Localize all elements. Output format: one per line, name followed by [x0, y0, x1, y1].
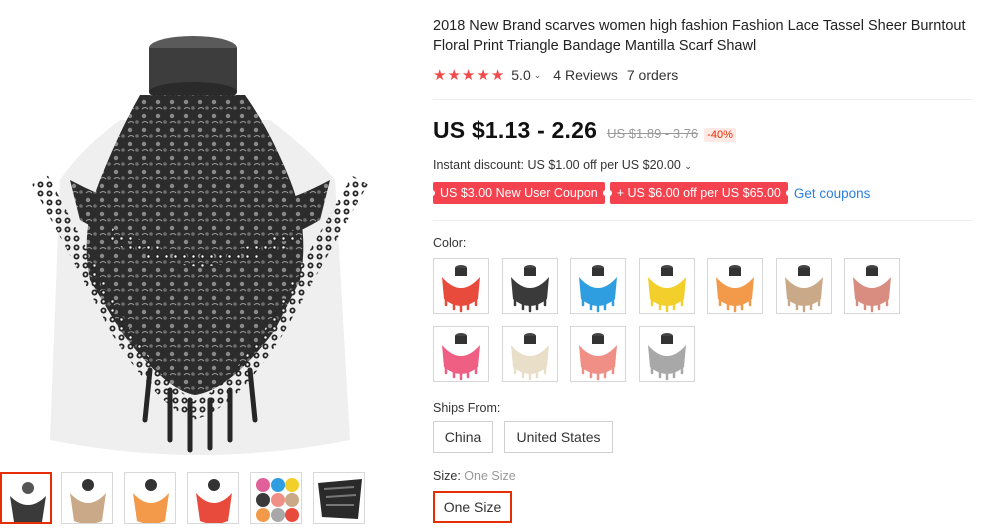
get-coupons-link[interactable]: Get coupons [794, 186, 871, 201]
thumbnail-2[interactable] [61, 472, 113, 524]
scarf-thumbnail-image [133, 479, 169, 523]
divider [433, 99, 973, 100]
chevron-down-icon: ⌄ [684, 161, 692, 171]
color-swatch-coral[interactable] [844, 258, 900, 314]
thumbnail-3[interactable] [124, 472, 176, 524]
scarf-thumbnail-image [70, 479, 106, 523]
rating-score[interactable]: 5.0 [511, 67, 530, 83]
scarf-thumbnail-image [10, 482, 46, 522]
ship-from-united-states[interactable]: United States [504, 421, 613, 453]
swatch-scarf-image [579, 333, 617, 381]
color-swatch-rose[interactable] [433, 326, 489, 382]
reviews-link[interactable]: 4 Reviews [553, 67, 618, 83]
thumbnail-5[interactable] [250, 472, 302, 524]
divider [433, 220, 973, 221]
color-swatch-beige[interactable] [501, 326, 558, 382]
main-product-image[interactable] [0, 0, 400, 462]
swatch-scarf-image [853, 265, 891, 313]
size-selected-hint: One Size [464, 469, 516, 483]
swatch-scarf-image [716, 265, 754, 313]
orders-count: 7 orders [626, 67, 679, 83]
original-price: US $1.89 - 3.76 [607, 126, 699, 141]
chevron-down-icon[interactable]: ⌄ [534, 70, 542, 81]
scarf-thumbnail-image [318, 479, 362, 519]
discount-badge: -40% [704, 128, 736, 142]
size-label: Size: One Size [433, 469, 516, 483]
instant-discount[interactable]: Instant discount: US $1.00 off per US $2… [433, 158, 692, 172]
size-one-size[interactable]: One Size [433, 491, 512, 523]
ship-from-china[interactable]: China [433, 421, 493, 453]
current-price: US $1.13 - 2.26 [433, 117, 598, 143]
swatch-scarf-image [647, 333, 686, 381]
color-swatch-red[interactable] [433, 258, 489, 314]
star-icon: ★ [433, 66, 447, 84]
color-swatch-khaki[interactable] [775, 258, 832, 314]
star-icon: ★ [447, 66, 461, 84]
thumbnail-6[interactable] [313, 472, 365, 524]
swatch-scarf-image [442, 333, 480, 381]
product-title: 2018 New Brand scarves women high fashio… [433, 18, 966, 54]
thumbnail-strip [0, 472, 400, 526]
scarf-thumbnail-image [196, 479, 232, 523]
swatch-scarf-image [510, 333, 549, 381]
rating-row: ★ ★ ★ ★ ★ 5.0 ⌄ 4 Reviews 7 orders [433, 65, 678, 85]
instant-discount-text: Instant discount: US $1.00 off per US $2… [433, 158, 681, 172]
color-label: Color: [433, 236, 467, 250]
color-swatch-black[interactable] [501, 258, 558, 314]
color-swatch-yellow[interactable] [638, 258, 695, 314]
scarf-mannequin-image [32, 36, 368, 455]
new-user-coupon[interactable]: US $3.00 New User Coupon [430, 182, 608, 204]
color-swatch-orange[interactable] [707, 258, 763, 314]
star-icon: ★ [461, 66, 476, 84]
swatch-scarf-image [510, 265, 549, 313]
star-icon: ★ [490, 66, 505, 84]
thumbnail-4[interactable] [187, 472, 239, 524]
rating-stars: ★ ★ ★ ★ ★ [433, 68, 504, 83]
store-coupon[interactable]: + US $6.00 off per US $65.00 [606, 182, 791, 204]
size-label-text: Size: [433, 469, 461, 483]
color-swatch-salmon[interactable] [570, 326, 626, 382]
thumbnail-1[interactable] [0, 472, 52, 524]
color-swatch-blue[interactable] [570, 258, 626, 314]
ships-from-label: Ships From: [433, 401, 501, 415]
scarf-thumbnail-image [256, 478, 299, 522]
star-icon: ★ [476, 66, 490, 84]
swatch-scarf-image [579, 265, 617, 313]
swatch-scarf-image [784, 265, 823, 313]
swatch-scarf-image [647, 265, 686, 313]
coupon-row: US $3.00 New User Coupon + US $6.00 off … [430, 182, 871, 204]
swatch-scarf-image [442, 265, 480, 313]
price-row: US $1.13 - 2.26 US $1.89 - 3.76 -40% [433, 117, 736, 144]
color-swatch-gray[interactable] [638, 326, 695, 382]
